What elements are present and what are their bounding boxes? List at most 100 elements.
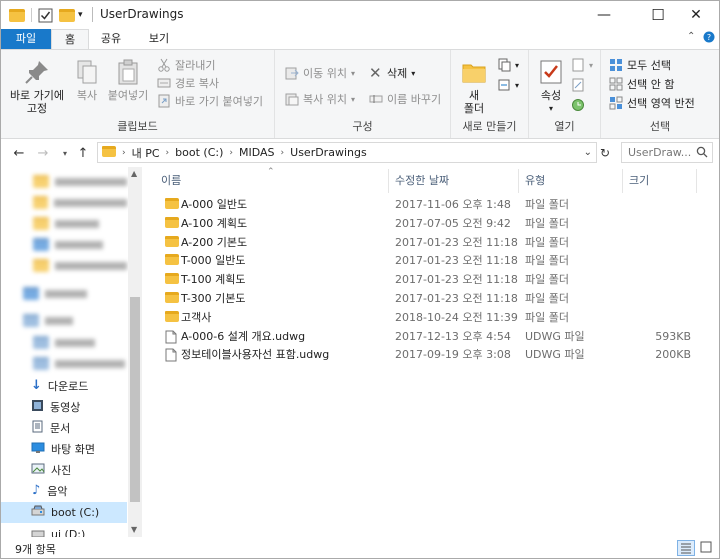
nav-obscured-item[interactable] (1, 213, 127, 234)
open-icon (571, 58, 585, 72)
file-size (629, 270, 691, 289)
open-button[interactable]: ▾ (571, 56, 593, 74)
nav-scroll-thumb[interactable] (130, 297, 140, 502)
tab-share[interactable]: 공유 (93, 29, 129, 49)
refresh-icon[interactable]: ↻ (597, 144, 613, 162)
nav-item-music[interactable]: ♪ 음악 (1, 480, 127, 501)
edit-button[interactable] (571, 76, 589, 94)
paste-shortcut-button[interactable]: 바로 가기 붙여넣기 (157, 92, 263, 110)
easy-access-button[interactable]: ▾ (497, 76, 519, 94)
nav-obscured-item[interactable] (1, 171, 127, 192)
column-header-name[interactable]: 이름 (155, 169, 389, 193)
nav-obscured-item[interactable] (1, 283, 127, 304)
nav-item-videos[interactable]: 동영상 (1, 396, 127, 417)
minimize-button[interactable]: — (581, 1, 627, 29)
nav-obscured-item[interactable] (1, 332, 127, 353)
nav-obscured-item[interactable] (1, 255, 127, 276)
column-header-type[interactable]: 유형 (519, 169, 623, 193)
table-row[interactable]: A-100 계획도 2017-07-05 오전 9:42 파일 폴더 (155, 214, 715, 233)
customize-qa-chevron-icon[interactable]: ▾ (78, 6, 83, 24)
crumb-midas[interactable]: MIDAS (239, 146, 275, 159)
nav-scrollbar[interactable]: ▲ ▼ (128, 167, 142, 537)
nav-obscured-item[interactable] (1, 353, 127, 374)
file-type: 파일 폴더 (525, 310, 569, 324)
new-folder-icon (462, 64, 486, 83)
properties-check-icon[interactable] (38, 6, 53, 24)
invert-selection-button[interactable]: 선택 영역 반전 (609, 94, 695, 112)
nav-obscured-item[interactable] (1, 310, 127, 331)
easy-access-chevron-icon: ▾ (515, 80, 520, 90)
invert-selection-icon (609, 96, 623, 110)
nav-obscured-item[interactable] (1, 234, 127, 255)
forward-arrow-icon[interactable]: → (35, 144, 51, 162)
search-input[interactable]: UserDraw... (621, 142, 713, 163)
nav-obscured-item[interactable] (1, 192, 127, 213)
file-date: 2017-01-23 오전 11:18 (395, 273, 518, 287)
column-header-date[interactable]: 수정한 날짜 (389, 169, 519, 193)
tab-file[interactable]: 파일 (1, 29, 51, 49)
table-row[interactable]: T-100 계획도 2017-01-23 오전 11:18 파일 폴더 (155, 270, 715, 289)
rename-button[interactable]: 이름 바꾸기 (369, 90, 441, 108)
file-type: 파일 폴더 (525, 198, 569, 211)
copy-button[interactable]: 복사 (71, 58, 103, 102)
help-icon[interactable]: ? (703, 31, 715, 46)
copy-path-button[interactable]: 경로 복사 (157, 74, 219, 92)
table-row[interactable]: T-000 일반도 2017-01-23 오전 11:18 파일 폴더 (155, 251, 715, 270)
nav-item-desktop[interactable]: 바탕 화면 (1, 438, 127, 459)
address-dropdown-icon[interactable]: ⌄ (584, 147, 592, 158)
copy-to-button[interactable]: 복사 위치 ▾ (285, 90, 355, 108)
recent-chevron-icon[interactable]: ▾ (57, 144, 73, 162)
new-folder-quick-icon[interactable] (59, 6, 75, 24)
pin-to-quick-access-button[interactable]: 바로 가기에 고정 (7, 58, 67, 115)
select-group-label: 선택 (649, 120, 671, 133)
up-arrow-icon[interactable]: ↑ (75, 144, 91, 162)
file-icon (165, 330, 177, 347)
new-item-button[interactable]: ▾ (497, 56, 519, 74)
file-date: 2017-01-23 오전 11:18 (395, 254, 518, 268)
nav-item-boot-drive[interactable]: boot (C:) (1, 502, 127, 523)
table-row[interactable]: A-200 기본도 2017-01-23 오전 11:18 파일 폴더 (155, 233, 715, 252)
table-row[interactable]: A-000 일반도 2017-11-06 오후 1:48 파일 폴더 (155, 195, 715, 214)
file-size (629, 308, 691, 327)
table-row[interactable]: 고객사 2018-10-24 오전 11:39 파일 폴더 (155, 308, 715, 327)
back-arrow-icon[interactable]: ← (11, 144, 27, 162)
crumb-this-pc[interactable]: 내 PC (132, 145, 160, 161)
delete-button[interactable]: ✕ 삭제 ▾ (369, 64, 415, 82)
properties-button[interactable]: 속성 ▾ (535, 58, 567, 115)
column-header-size[interactable]: 크기 (623, 169, 697, 193)
tab-home[interactable]: 홈 (51, 29, 89, 50)
history-button[interactable] (571, 96, 589, 114)
nav-item-downloads[interactable]: ↓ 다운로드 (1, 375, 127, 396)
new-group-label: 새로 만들기 (462, 120, 517, 133)
window-title: UserDrawings (100, 7, 184, 21)
tab-view[interactable]: 보기 (139, 29, 179, 49)
table-row[interactable]: 정보테이블사용자선 표함.udwg 2017-09-19 오후 3:08 UDWG … (155, 345, 715, 364)
scroll-up-icon[interactable]: ▲ (131, 169, 137, 178)
address-bar[interactable]: › 내 PC › boot (C:) › MIDAS › UserDrawing… (97, 142, 597, 163)
ribbon-collapse-icon[interactable]: ⌃ (687, 31, 695, 42)
quick-access-folder-icon[interactable] (9, 6, 25, 24)
close-button[interactable]: ✕ (673, 1, 719, 29)
explorer-window: ▾ UserDrawings — ☐ ✕ 파일 홈 공유 보기 ⌃ ? 바로 가… (0, 0, 720, 559)
scroll-down-icon[interactable]: ▼ (131, 525, 137, 534)
move-to-button[interactable]: 이동 위치 ▾ (285, 64, 355, 82)
nav-item-ui-drive[interactable]: ui (D:) (1, 524, 127, 537)
new-folder-button[interactable]: 새 폴더 (457, 58, 491, 115)
large-icons-view-button[interactable] (698, 540, 716, 556)
details-view-button[interactable] (677, 540, 695, 556)
nav-item-documents[interactable]: 문서 (1, 417, 127, 438)
nav-item-pictures[interactable]: 사진 (1, 459, 127, 480)
paste-button[interactable]: 붙여넣기 (105, 58, 151, 102)
select-all-icon (609, 58, 623, 72)
copy-icon (77, 60, 97, 84)
select-all-button[interactable]: 모두 선택 (609, 56, 671, 74)
cut-button[interactable]: 잘라내기 (157, 56, 215, 74)
table-row[interactable]: A-000-6 설계 개요.udwg 2017-12-13 오후 4:54 UDWG… (155, 327, 715, 346)
select-none-button[interactable]: 선택 안 함 (609, 75, 674, 93)
folder-icon (165, 254, 179, 268)
table-row[interactable]: T-300 기본도 2017-01-23 오전 11:18 파일 폴더 (155, 289, 715, 308)
delete-chevron-icon: ▾ (411, 68, 416, 78)
file-name: T-300 기본도 (181, 292, 246, 305)
crumb-userdrawings[interactable]: UserDrawings (290, 146, 367, 159)
crumb-boot-drive[interactable]: boot (C:) (175, 146, 223, 159)
